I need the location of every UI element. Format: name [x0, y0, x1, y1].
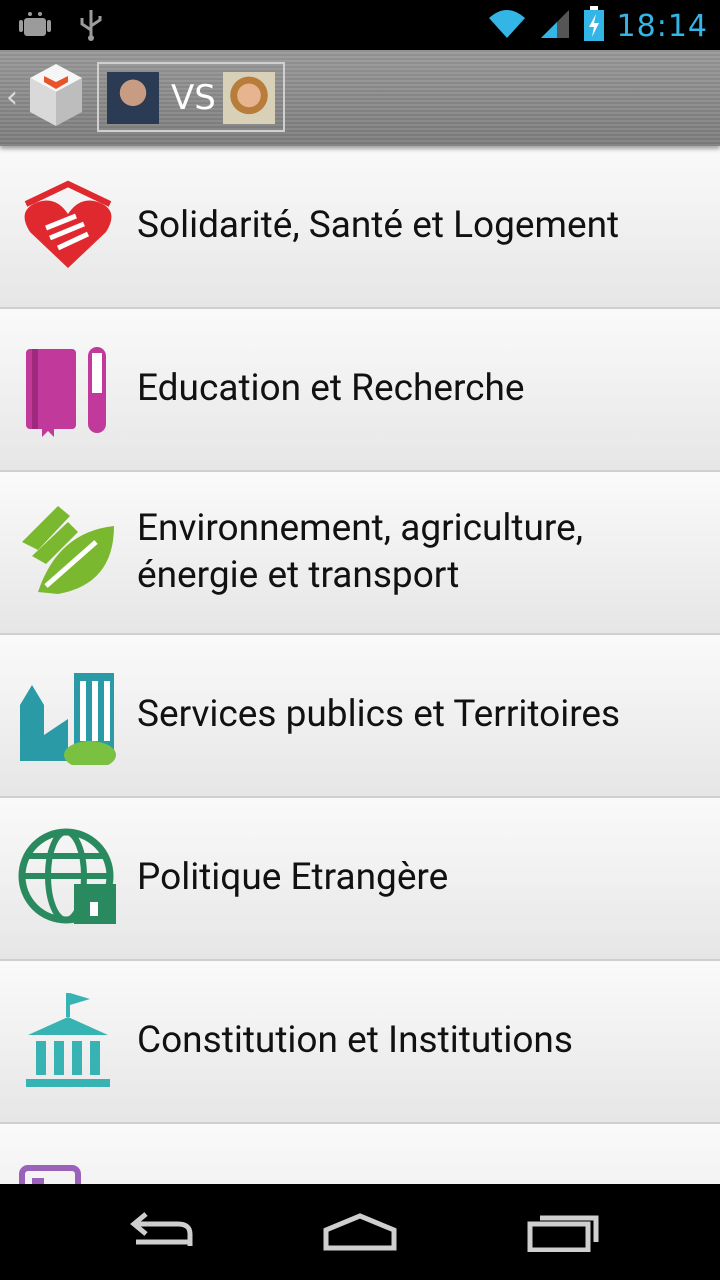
category-label: Services publics et Territoires: [137, 693, 621, 737]
app-logo-cube-icon[interactable]: [28, 62, 84, 134]
town-icon: [18, 665, 118, 769]
candidate-2-avatar: [223, 72, 275, 124]
category-item[interactable]: Solidarité, Santé et Logement: [0, 146, 720, 309]
category-item[interactable]: Environnement, agriculture, énergie et t…: [0, 472, 720, 635]
home-nav-icon[interactable]: [322, 1212, 398, 1256]
category-label: Constitution et Institutions: [137, 1019, 573, 1063]
partial-category-icon: [18, 1154, 118, 1184]
signal-icon: [539, 8, 571, 44]
status-bar: 18:14: [0, 0, 720, 50]
category-item-partial[interactable]: [0, 1124, 720, 1184]
category-item[interactable]: Education et Recherche: [0, 309, 720, 472]
action-bar: ‹ VS: [0, 50, 720, 146]
category-item[interactable]: Constitution et Institutions: [0, 961, 720, 1124]
heart-hands-icon: [18, 176, 118, 276]
navigation-bar: [0, 1184, 720, 1280]
vs-label: VS: [171, 78, 216, 118]
back-nav-icon[interactable]: [124, 1212, 196, 1256]
category-label: Education et Recherche: [137, 367, 525, 411]
clock: 18:14: [616, 8, 708, 44]
category-item[interactable]: Services publics et Territoires: [0, 635, 720, 798]
category-label: Politique Etrangère: [137, 856, 449, 900]
category-list: Solidarité, Santé et Logement Education …: [0, 146, 720, 1184]
category-label: Solidarité, Santé et Logement: [137, 204, 620, 248]
institution-icon: [18, 991, 118, 1091]
globe-castle-icon: [18, 828, 118, 928]
versus-selector[interactable]: VS: [97, 62, 285, 132]
wifi-icon: [487, 8, 527, 44]
category-label: Environnement, agriculture, énergie et t…: [137, 507, 584, 597]
category-item[interactable]: Politique Etrangère: [0, 798, 720, 961]
leaf-hand-icon: [18, 502, 118, 602]
back-caret-icon[interactable]: ‹: [6, 80, 18, 115]
book-testtube-icon: [18, 339, 118, 439]
battery-charging-icon: [583, 6, 605, 46]
candidate-1-avatar: [107, 72, 159, 124]
recent-apps-nav-icon[interactable]: [526, 1212, 600, 1256]
android-debug-icon: [18, 8, 52, 46]
usb-icon: [76, 8, 106, 46]
